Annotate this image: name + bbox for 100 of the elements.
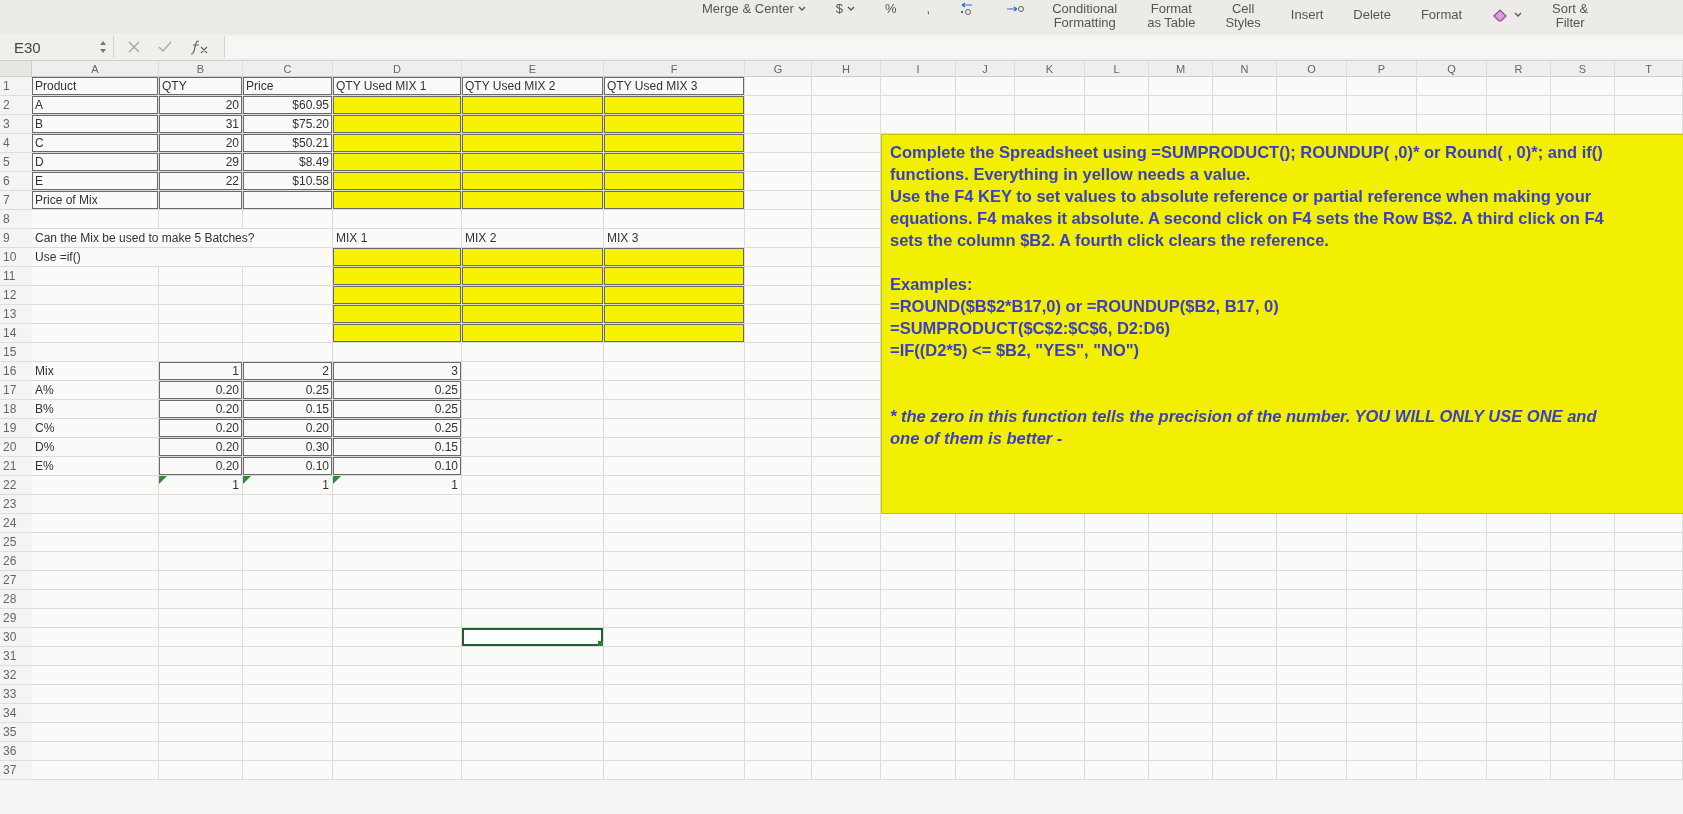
instruction-text: * the zero in this function tells the precision of the number. YOU WILL ONLY USE ONE and one of them is better - [890,406,1598,449]
table-cell[interactable]: Price of Mix [32,191,159,210]
column-header[interactable]: J [956,61,1015,77]
table-cell[interactable]: Mix [32,362,159,381]
name-box[interactable]: E30 [8,36,113,58]
formula-example: =IF((D2*5) <= $B2, "YES", "NO") [890,340,1141,361]
column-header[interactable]: O [1277,61,1347,77]
table-cell[interactable]: E [32,172,159,191]
cancel-icon[interactable] [128,41,140,53]
caret-icon [847,6,855,12]
table-cell[interactable]: 0.15 [333,438,462,457]
format-button[interactable]: , [924,2,933,16]
table-cell[interactable]: 3 [333,362,462,381]
ribbon-button[interactable]: Format [1418,8,1465,22]
function-icon[interactable] [190,39,210,55]
column-header[interactable]: N [1213,61,1277,77]
table-cell[interactable]: B% [32,400,159,419]
column-header[interactable]: H [812,61,881,77]
table-cell[interactable]: D [32,153,159,172]
table-cell[interactable]: 0.20 [159,419,243,438]
table-cell[interactable]: 0.25 [243,381,333,400]
table-cell[interactable]: D% [32,438,159,457]
table-cell[interactable]: 0.20 [159,457,243,476]
column-header[interactable]: I [881,61,956,77]
table-cell[interactable]: MIX 2 [462,229,604,248]
formula-field[interactable] [224,36,1683,58]
column-header[interactable]: L [1085,61,1149,77]
table-cell[interactable]: 0.15 [243,400,333,419]
table-cell[interactable]: C% [32,419,159,438]
column-header[interactable]: G [745,61,812,77]
table-cell[interactable]: A% [32,381,159,400]
column-header[interactable]: A [32,61,159,77]
table-cell[interactable]: MIX 3 [604,229,745,248]
table-cell[interactable]: 0.20 [159,438,243,457]
table-cell[interactable]: 1 [333,476,462,495]
table-cell[interactable]: 0.30 [243,438,333,457]
table-cell[interactable]: 29 [159,153,243,172]
ribbon-button[interactable]: Conditional Formatting [1050,2,1120,30]
column-header[interactable]: K [1015,61,1085,77]
column-header[interactable]: T [1615,61,1683,77]
dropdown-button[interactable]: $ [833,2,857,16]
table-cell[interactable]: QTY Used MIX 1 [333,77,462,96]
ribbon-button[interactable]: Insert [1288,8,1326,22]
column-header[interactable]: P [1347,61,1417,77]
table-cell[interactable]: B [32,115,159,134]
table-cell[interactable]: 0.10 [333,457,462,476]
table-cell[interactable]: 0.25 [333,381,462,400]
ribbon-button[interactable]: Delete [1351,8,1393,22]
table-cell[interactable]: E% [32,457,159,476]
table-cell[interactable]: Product [32,77,159,96]
table-cell[interactable]: 1 [243,476,333,495]
table-cell[interactable]: $10.58 [243,172,333,191]
table-cell[interactable]: 0.20 [159,381,243,400]
stepper-icon [99,40,107,54]
table-cell[interactable]: 1 [159,476,243,495]
instruction-text: Examples: [890,274,974,295]
table-cell[interactable]: 31 [159,115,243,134]
column-header[interactable]: M [1149,61,1213,77]
table-cell[interactable]: 0.20 [243,419,333,438]
column-header[interactable]: B [159,61,243,77]
column-header[interactable]: E [462,61,604,77]
table-cell[interactable]: C [32,134,159,153]
table-cell[interactable]: 0.25 [333,419,462,438]
table-cell[interactable]: Price [243,77,333,96]
table-cell[interactable]: A [32,96,159,115]
formula-example: =ROUND($B$2*B17,0) or =ROUNDUP($B2, B17, 0) [890,296,1280,317]
column-header[interactable]: C [243,61,333,77]
table-cell[interactable]: 20 [159,96,243,115]
column-header[interactable]: D [333,61,462,77]
column-header[interactable]: Q [1417,61,1487,77]
format-button[interactable]: % [883,2,899,16]
table-cell[interactable]: 0.20 [159,400,243,419]
selected-cell[interactable] [462,628,604,647]
table-cell[interactable]: Use =if() [32,248,333,267]
table-cell[interactable]: QTY [159,77,243,96]
confirm-icon[interactable] [158,41,172,53]
table-cell[interactable]: Can the Mix be used to make 5 Batches? [32,229,333,248]
table-cell[interactable]: 22 [159,172,243,191]
ribbon-button[interactable]: Format as Table [1145,2,1198,30]
column-header[interactable]: S [1551,61,1615,77]
ribbon-button[interactable]: Sort & Filter [1550,2,1591,30]
select-all-corner[interactable] [0,61,32,77]
table-cell[interactable]: 20 [159,134,243,153]
table-cell[interactable]: QTY Used MIX 3 [604,77,745,96]
table-cell[interactable]: QTY Used MIX 2 [462,77,604,96]
caret-icon [1514,12,1523,18]
table-cell[interactable]: 2 [243,362,333,381]
table-cell[interactable]: 0.25 [333,400,462,419]
table-cell[interactable]: $60.95 [243,96,333,115]
formula-example: =SUMPRODUCT($C$2:$C$6, D2:D6) [890,318,1172,339]
table-cell[interactable]: $8.49 [243,153,333,172]
table-cell[interactable]: $75.20 [243,115,333,134]
ribbon-button[interactable]: Cell Styles [1223,2,1263,30]
table-cell[interactable]: 1 [159,362,243,381]
table-cell[interactable]: $50.21 [243,134,333,153]
dropdown-button[interactable]: Merge & Center [700,2,808,16]
column-header[interactable]: R [1487,61,1551,77]
table-cell[interactable]: MIX 1 [333,229,462,248]
column-header[interactable]: F [604,61,745,77]
table-cell[interactable]: 0.10 [243,457,333,476]
